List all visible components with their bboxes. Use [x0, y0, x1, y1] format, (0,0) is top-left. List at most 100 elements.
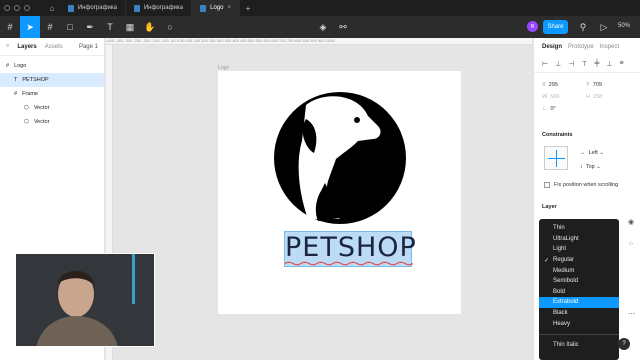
- resources-icon[interactable]: ▦: [120, 16, 140, 38]
- pet-logo-graphic: [274, 92, 406, 224]
- help-icon[interactable]: ?: [618, 338, 630, 350]
- rotation-value: 0°: [550, 106, 556, 112]
- menu-item-thin[interactable]: Thin: [539, 223, 619, 234]
- vector-icon: ⬡: [24, 105, 29, 111]
- tab-prototype[interactable]: Prototype: [568, 44, 594, 50]
- menu-item-heavy[interactable]: Heavy: [539, 318, 619, 329]
- v-constraint-value: Top: [585, 164, 595, 170]
- tab-layers[interactable]: Layers: [17, 44, 36, 50]
- vertical-constraint-select[interactable]: ↕ Top ⌄: [580, 164, 601, 170]
- canvas[interactable]: -400 -350 -300 -250 -200 -150 -100 -50 0…: [106, 38, 532, 360]
- menu-item-label: Black: [553, 310, 568, 317]
- fix-label: Fix position when scrolling: [554, 182, 619, 188]
- x-value: 295: [548, 82, 558, 88]
- avatar[interactable]: R: [527, 21, 538, 32]
- zoom-level[interactable]: 50%: [618, 23, 630, 29]
- h-field[interactable]: H 158: [586, 94, 630, 100]
- menu-item-black[interactable]: Black: [539, 308, 619, 319]
- tab-infographic-1[interactable]: Инфографика: [60, 0, 126, 16]
- align-middle-icon[interactable]: ╪: [594, 60, 599, 68]
- text-tool-icon[interactable]: T: [100, 16, 120, 38]
- home-icon[interactable]: ⌂: [44, 0, 60, 16]
- checkbox-icon[interactable]: [544, 182, 550, 188]
- page-selector[interactable]: Page 1: [79, 44, 98, 50]
- comment-tool-icon[interactable]: ○: [160, 16, 180, 38]
- close-tab-icon[interactable]: ×: [227, 5, 231, 11]
- menu-item-label: UltraLight: [553, 235, 579, 242]
- component-icon[interactable]: ◈: [313, 16, 333, 38]
- layer-label: PETSHOP: [22, 77, 49, 83]
- menu-item-label: Light: [553, 246, 567, 253]
- layer-petshop[interactable]: T PETSHOP: [0, 73, 104, 87]
- rotation-field[interactable]: ∟ 0°: [542, 106, 586, 112]
- logo-frame[interactable]: PETSHOP: [218, 71, 461, 314]
- shape-tool-icon[interactable]: □: [60, 16, 80, 38]
- layer-logo[interactable]: # Logo: [0, 59, 104, 73]
- menu-item-label: Heavy: [553, 320, 571, 327]
- fix-position-checkbox[interactable]: Fix position when scrolling: [544, 182, 618, 188]
- distribute-icon[interactable]: ≡: [620, 60, 624, 68]
- frame-icon: #: [6, 63, 10, 69]
- align-center-icon[interactable]: ⊥: [555, 60, 561, 68]
- layer-frame[interactable]: # Frame: [0, 87, 104, 101]
- more-options-icon[interactable]: ⋯: [628, 310, 635, 318]
- y-field[interactable]: Y 709: [586, 82, 630, 88]
- layer-label: Logo: [14, 63, 27, 69]
- tab-design[interactable]: Design: [542, 44, 562, 50]
- tab-label: Инфографика: [77, 5, 117, 11]
- move-tool-icon[interactable]: ➤: [20, 16, 40, 38]
- align-bottom-icon[interactable]: ⊥: [606, 60, 612, 68]
- align-top-icon[interactable]: ⊤: [581, 60, 587, 68]
- tab-infographic-2[interactable]: Инфографика: [126, 0, 192, 16]
- menu-item-semibold[interactable]: Semibold: [539, 276, 619, 287]
- visibility-eye-icon[interactable]: ◉: [628, 218, 634, 226]
- figma-file-icon: [68, 4, 74, 12]
- window-minimize-dot[interactable]: [14, 5, 20, 11]
- petshop-text-selection[interactable]: PETSHOP: [284, 231, 416, 267]
- main-menu-icon[interactable]: #: [0, 16, 20, 38]
- menu-item-thin-italic[interactable]: Thin Italic: [539, 340, 619, 351]
- hand-tool-icon[interactable]: ✋: [140, 16, 160, 38]
- menu-item-label: Thin: [553, 225, 565, 232]
- text-icon: T: [14, 77, 18, 83]
- tab-logo[interactable]: Logo ×: [192, 0, 240, 16]
- layer-label: Vector: [33, 119, 50, 125]
- y-label: Y: [586, 82, 590, 88]
- mask-icon[interactable]: ⚯: [333, 16, 353, 38]
- window-zoom-dot[interactable]: [24, 5, 30, 11]
- x-field[interactable]: X 295: [542, 82, 586, 88]
- frame-tool-icon[interactable]: #: [40, 16, 60, 38]
- menu-item-light[interactable]: Light: [539, 244, 619, 255]
- menu-item-regular[interactable]: ✓ Regular: [539, 255, 619, 266]
- layer-vector-1[interactable]: ⬡ Vector: [0, 101, 104, 115]
- rotation-icon: ∟: [542, 106, 548, 112]
- menu-item-medium[interactable]: Medium: [539, 265, 619, 276]
- menu-item-extrabold[interactable]: Extrabold: [539, 297, 619, 308]
- vector-icon: ⬡: [24, 119, 29, 125]
- toolbar: # ➤ # □ ✒ T ▦ ✋ ○ ◈ ⚯ R Share ⚲ ▷ 50%: [0, 16, 640, 38]
- search-icon[interactable]: ⌕: [6, 43, 9, 50]
- dev-mode-icon[interactable]: ⚲: [573, 16, 593, 38]
- w-field[interactable]: W 566: [542, 94, 586, 100]
- share-button[interactable]: Share: [543, 20, 568, 34]
- horizontal-constraint-select[interactable]: ↔ Left ⌄: [580, 150, 604, 156]
- tab-assets[interactable]: Assets: [45, 44, 63, 50]
- w-value: 566: [550, 94, 560, 100]
- window-close-dot[interactable]: [4, 5, 10, 11]
- x-label: X: [542, 82, 546, 88]
- present-icon[interactable]: ▷: [594, 16, 614, 38]
- pen-tool-icon[interactable]: ✒: [80, 16, 100, 38]
- align-right-icon[interactable]: ⊣: [568, 60, 574, 68]
- menu-item-label: Regular: [553, 257, 575, 264]
- tab-inspect[interactable]: Inspect: [600, 44, 619, 50]
- constraint-widget[interactable]: [544, 146, 568, 170]
- h-label: H: [586, 94, 590, 100]
- menu-item-bold[interactable]: Bold: [539, 287, 619, 298]
- grid-style-icon[interactable]: ⁘: [628, 240, 634, 248]
- align-left-icon[interactable]: ⊢: [542, 60, 548, 68]
- menu-item-ultralight[interactable]: UltraLight: [539, 234, 619, 245]
- new-tab-plus-icon[interactable]: +: [240, 0, 256, 16]
- menu-item-label: Semibold: [553, 278, 579, 285]
- tab-label: Инфографика: [143, 5, 183, 11]
- layer-vector-2[interactable]: ⬡ Vector: [0, 115, 104, 129]
